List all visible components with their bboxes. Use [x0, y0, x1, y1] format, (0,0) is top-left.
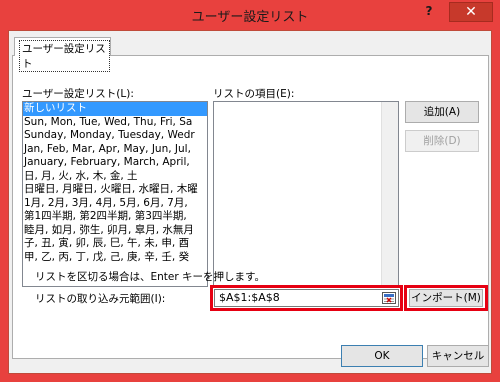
- list-item[interactable]: 子, 丑, 寅, 卯, 辰, 巳, 午, 未, 申, 酉: [23, 237, 207, 251]
- close-icon: ✕: [465, 4, 477, 20]
- title-bar[interactable]: ユーザー設定リスト ? ✕: [0, 0, 500, 30]
- dialog-body: ユーザー設定リスト ユーザー設定リスト(L): リストの項目(E): 新しいリス…: [8, 30, 492, 374]
- add-button[interactable]: 追加(A): [405, 101, 479, 123]
- tab-label: ユーザー設定リスト: [19, 40, 110, 72]
- list-item[interactable]: Sunday, Monday, Tuesday, Wedr: [23, 129, 207, 143]
- delete-button: 削除(D): [405, 130, 479, 152]
- custom-lists-listbox[interactable]: 新しいリスト Sun, Mon, Tue, Wed, Thu, Fri, Sa Su…: [22, 101, 208, 287]
- tab-custom-lists[interactable]: ユーザー設定リスト: [14, 37, 111, 72]
- separator-hint-text: リストを区切る場合は、Enter キーを押します。: [35, 271, 265, 283]
- list-item[interactable]: 日曜日, 月曜日, 火曜日, 水曜日, 木曜: [23, 183, 207, 197]
- list-item[interactable]: 日, 月, 火, 水, 木, 金, 土: [23, 170, 207, 184]
- list-item[interactable]: 第1四半期, 第2四半期, 第3四半期,: [23, 210, 207, 224]
- list-entries-textarea[interactable]: [213, 101, 399, 287]
- ok-button[interactable]: OK: [341, 345, 423, 367]
- range-highlight: [210, 285, 403, 311]
- import-highlight: [404, 285, 488, 311]
- custom-lists-label: ユーザー設定リスト(L):: [22, 88, 134, 100]
- import-range-label: リストの取り込み元範囲(I):: [35, 293, 166, 305]
- dialog-window: ユーザー設定リスト ? ✕ ユーザー設定リスト ユーザー設定リスト(L): リス…: [0, 0, 500, 382]
- list-item[interactable]: 甲, 乙, 丙, 丁, 戊, 己, 庚, 辛, 壬, 癸: [23, 251, 207, 265]
- list-item[interactable]: 1月, 2月, 3月, 4月, 5月, 6月, 7月,: [23, 197, 207, 211]
- list-entries-label: リストの項目(E):: [213, 88, 295, 100]
- list-item[interactable]: Sun, Mon, Tue, Wed, Thu, Fri, Sa: [23, 116, 207, 130]
- list-entries-scrollbar[interactable]: [381, 102, 398, 286]
- list-item[interactable]: January, February, March, April,: [23, 156, 207, 170]
- cancel-button[interactable]: キャンセル: [427, 345, 489, 367]
- tab-panel: ユーザー設定リスト(L): リストの項目(E): 新しいリスト Sun, Mon,…: [12, 55, 489, 359]
- help-icon[interactable]: ?: [421, 4, 437, 22]
- list-item[interactable]: Jan, Feb, Mar, Apr, May, Jun, Jul,: [23, 143, 207, 157]
- close-button[interactable]: ✕: [449, 2, 493, 22]
- list-item[interactable]: 睦月, 如月, 弥生, 卯月, 皐月, 水無月: [23, 224, 207, 238]
- list-item[interactable]: 新しいリスト: [23, 102, 207, 116]
